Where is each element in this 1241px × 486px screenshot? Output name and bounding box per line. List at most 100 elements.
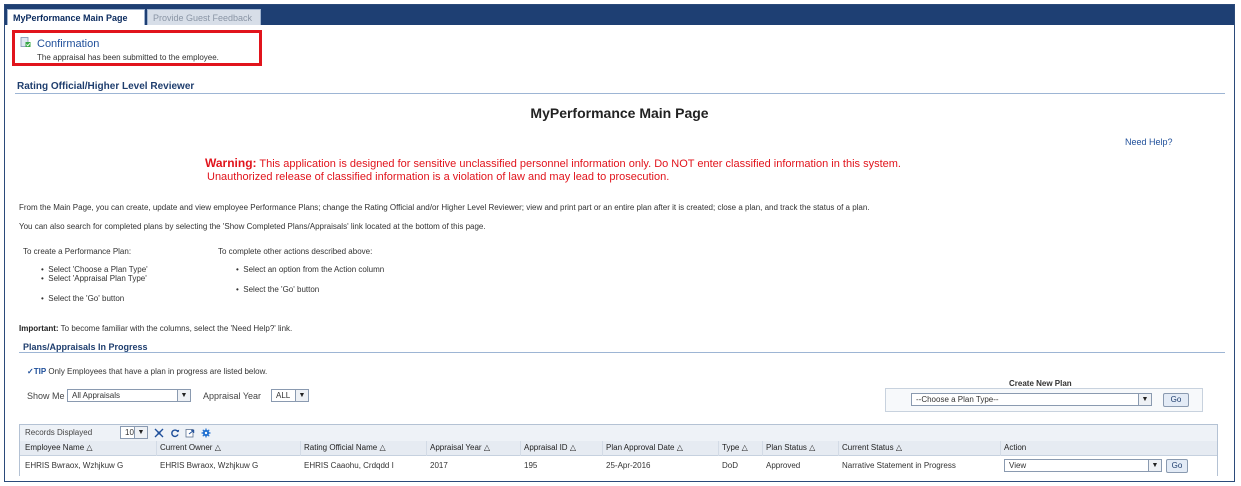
- need-help-link[interactable]: Need Help?: [1125, 137, 1173, 147]
- cell-current-status: Narrative Statement in Progress: [842, 461, 956, 470]
- other-step-2: • Select the 'Go' button: [236, 285, 320, 294]
- create-step-3: • Select the 'Go' button: [41, 294, 125, 303]
- plan-type-select[interactable]: --Choose a Plan Type-- ▼: [911, 393, 1152, 406]
- create-step-1-text: Select 'Choose a Plan Type': [48, 265, 148, 274]
- create-step-2-text: Select 'Appraisal Plan Type': [48, 274, 147, 283]
- table-header: Employee Name △ Current Owner △ Rating O…: [20, 441, 1217, 456]
- column-employee-name[interactable]: Employee Name △: [25, 443, 93, 452]
- records-displayed-select[interactable]: 10 ▼: [120, 426, 148, 439]
- other-step-1: • Select an option from the Action colum…: [236, 265, 385, 274]
- sort-icon: △: [483, 443, 490, 452]
- appraisal-year-label: Appraisal Year: [203, 391, 262, 401]
- records-displayed-value: 10: [125, 428, 134, 437]
- tab-myperformance-main[interactable]: MyPerformance Main Page: [7, 9, 145, 25]
- sort-icon: △: [379, 443, 386, 452]
- intro-paragraph-2: You can also search for completed plans …: [19, 222, 486, 231]
- column-action: Action: [1004, 443, 1027, 452]
- sort-icon: △: [214, 443, 221, 452]
- tab-provide-guest-feedback[interactable]: Provide Guest Feedback: [147, 9, 261, 25]
- page-title: MyPerformance Main Page: [530, 105, 709, 121]
- create-plan-heading: To create a Performance Plan:: [23, 247, 132, 256]
- warning-text: This application is designed for sensiti…: [256, 158, 901, 170]
- create-plan-go-button[interactable]: Go: [1163, 393, 1189, 407]
- important-text: To become familiar with the columns, sel…: [58, 324, 293, 333]
- sort-icon: △: [569, 443, 576, 452]
- refresh-icon[interactable]: [170, 428, 180, 438]
- sort-icon: △: [86, 443, 93, 452]
- chevron-down-icon: ▼: [1148, 460, 1161, 471]
- warning-line-1: Warning: This application is designed fo…: [205, 156, 901, 170]
- table-toolbar-icons: [154, 427, 214, 439]
- create-step-3-text: Select the 'Go' button: [48, 294, 125, 303]
- column-type-label: Type: [722, 443, 740, 452]
- cell-appraisal-id: 195: [524, 461, 538, 470]
- table-toolbar: Records Displayed 10 ▼: [20, 425, 1217, 442]
- cell-rating-official: EHRIS Caaohu, Crdqdd I: [304, 461, 394, 470]
- column-type[interactable]: Type △: [722, 443, 748, 452]
- chevron-down-icon: ▼: [134, 427, 147, 438]
- intro-paragraph-1: From the Main Page, you can create, upda…: [19, 203, 870, 212]
- cell-plan-status: Approved: [766, 461, 801, 470]
- plans-divider: [19, 352, 1225, 353]
- show-me-label: Show Me: [27, 391, 65, 401]
- column-current-owner[interactable]: Current Owner △: [160, 443, 221, 452]
- sort-icon: △: [809, 443, 816, 452]
- column-appraisal-year[interactable]: Appraisal Year △: [430, 443, 490, 452]
- other-step-1-text: Select an option from the Action column: [243, 265, 385, 274]
- column-plan-status[interactable]: Plan Status △: [766, 443, 815, 452]
- column-plan-approval-date-label: Plan Approval Date: [606, 443, 675, 452]
- column-current-owner-label: Current Owner: [160, 443, 213, 452]
- column-current-status[interactable]: Current Status △: [842, 443, 902, 452]
- confirmation-title: Confirmation: [37, 38, 100, 50]
- column-appraisal-id[interactable]: Appraisal ID △: [524, 443, 576, 452]
- create-step-2: • Select 'Appraisal Plan Type': [41, 274, 147, 283]
- table-row: EHRIS Bwraox, Wzhjkuw G EHRIS Bwraox, Wz…: [20, 456, 1217, 476]
- plans-heading: Plans/Appraisals In Progress: [23, 342, 148, 352]
- other-step-2-text: Select the 'Go' button: [243, 285, 320, 294]
- create-step-1: • Select 'Choose a Plan Type': [41, 265, 148, 274]
- column-appraisal-id-label: Appraisal ID: [524, 443, 568, 452]
- chevron-down-icon: ▼: [177, 390, 190, 401]
- tip-label: TIP: [33, 367, 47, 376]
- appraisal-year-select[interactable]: ALL ▼: [271, 389, 309, 402]
- section-header: Rating Official/Higher Level Reviewer: [17, 81, 195, 92]
- settings-icon[interactable]: [201, 428, 211, 438]
- tip-note: ✓TIP Only Employees that have a plan in …: [27, 367, 267, 376]
- column-employee-name-label: Employee Name: [25, 443, 85, 452]
- cell-employee-name: EHRIS Bwraox, Wzhjkuw G: [25, 461, 124, 470]
- other-actions-heading: To complete other actions described abov…: [218, 247, 373, 256]
- warning-label: Warning:: [205, 156, 257, 170]
- row-go-button[interactable]: Go: [1166, 459, 1188, 473]
- warning-line-2: Unauthorized release of classified infor…: [207, 171, 670, 183]
- action-select[interactable]: View ▼: [1004, 459, 1162, 472]
- column-current-status-label: Current Status: [842, 443, 894, 452]
- main-window: MyPerformance Main Page Provide Guest Fe…: [4, 4, 1235, 482]
- show-me-select[interactable]: All Appraisals ▼: [67, 389, 191, 402]
- column-rating-official-label: Rating Official Name: [304, 443, 378, 452]
- tip-icon: ✓: [27, 367, 34, 376]
- sort-icon: △: [895, 443, 902, 452]
- plans-table: Records Displayed 10 ▼ Employee Name △ C…: [19, 424, 1218, 476]
- column-appraisal-year-label: Appraisal Year: [430, 443, 482, 452]
- tip-text: Only Employees that have a plan in progr…: [46, 367, 268, 376]
- detach-icon[interactable]: [154, 428, 164, 438]
- plan-type-value: --Choose a Plan Type--: [916, 395, 999, 404]
- export-icon[interactable]: [185, 428, 195, 438]
- column-plan-approval-date[interactable]: Plan Approval Date △: [606, 443, 683, 452]
- show-me-value: All Appraisals: [72, 391, 121, 400]
- column-rating-official[interactable]: Rating Official Name △: [304, 443, 386, 452]
- cell-type: DoD: [722, 461, 739, 470]
- cell-current-owner: EHRIS Bwraox, Wzhjkuw G: [160, 461, 259, 470]
- important-note: Important: To become familiar with the c…: [19, 324, 292, 333]
- column-plan-status-label: Plan Status: [766, 443, 807, 452]
- cell-appraisal-year: 2017: [430, 461, 448, 470]
- chevron-down-icon: ▼: [1138, 394, 1151, 405]
- records-displayed-label: Records Displayed: [25, 428, 93, 437]
- sort-icon: △: [741, 443, 748, 452]
- appraisal-year-value: ALL: [276, 391, 291, 400]
- confirmation-box: Confirmation The appraisal has been subm…: [12, 30, 262, 66]
- create-new-plan-label: Create New Plan: [1009, 379, 1072, 388]
- cell-plan-approval-date: 25-Apr-2016: [606, 461, 651, 470]
- important-label: Important:: [19, 324, 59, 333]
- confirmation-message: The appraisal has been submitted to the …: [37, 53, 219, 62]
